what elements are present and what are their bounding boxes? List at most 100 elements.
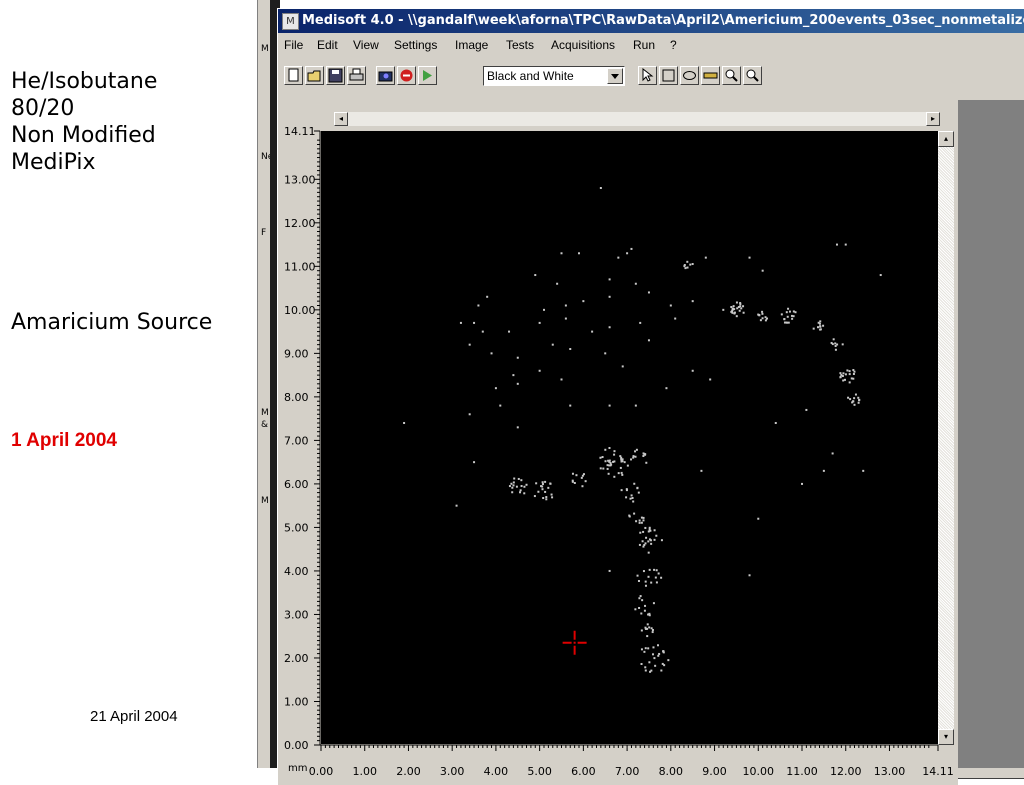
toolbar: Black and White	[278, 63, 1024, 93]
hit-pixel	[759, 319, 762, 322]
title-bar[interactable]: M Medisoft 4.0 - \\gandalf\week\aforna\T…	[278, 9, 1024, 33]
hit-pixel	[742, 305, 745, 308]
gas-info: He/Isobutane 80/20 Non Modified MediPix	[11, 68, 157, 176]
hit-pixel	[761, 269, 764, 272]
hit-pixel	[652, 602, 655, 605]
hit-pixel	[538, 369, 541, 372]
hit-pixel	[512, 481, 515, 484]
x-tick-label: 6.00	[571, 765, 596, 778]
hit-pixel	[608, 278, 611, 281]
menu-acquisitions[interactable]: Acquisitions	[551, 38, 615, 52]
print-icon[interactable]	[347, 66, 366, 85]
hit-pixel	[801, 482, 804, 485]
hit-pixel	[512, 374, 515, 377]
hit-pixel	[635, 520, 638, 523]
hit-pixel	[629, 497, 632, 500]
hit-pixel	[644, 526, 647, 529]
footer-date: 21 April 2004	[90, 708, 178, 725]
hit-pixel	[537, 490, 540, 493]
hit-pixel	[669, 304, 672, 307]
bg-fragment: F	[261, 228, 267, 238]
hit-pixel	[403, 421, 406, 424]
ruler-icon[interactable]	[701, 66, 720, 85]
chevron-down-icon[interactable]	[607, 68, 623, 84]
rectangle-icon[interactable]	[659, 66, 678, 85]
hit-pixel	[642, 455, 645, 458]
hit-pixel	[653, 538, 656, 541]
hit-pixel	[822, 469, 825, 472]
hit-pixel	[739, 303, 742, 306]
hit-pixel	[847, 396, 850, 399]
plot-area[interactable]	[321, 131, 938, 744]
zoom-out-icon[interactable]	[743, 66, 762, 85]
hit-pixel	[691, 369, 694, 372]
menu-edit[interactable]: Edit	[317, 38, 338, 52]
menu-view[interactable]: View	[353, 38, 379, 52]
x-tick-label: 10.00	[743, 765, 775, 778]
hit-pixel	[564, 317, 567, 320]
hit-pixel	[787, 307, 790, 310]
hit-pixel	[619, 455, 622, 458]
hit-pixel	[620, 460, 623, 463]
hit-pixel	[545, 498, 548, 501]
hit-pixel	[580, 476, 583, 479]
hit-pixel	[648, 568, 651, 571]
medisoft-window[interactable]: M Medisoft 4.0 - \\gandalf\week\aforna\T…	[277, 8, 1024, 785]
hit-pixel	[520, 485, 523, 488]
hit-pixel	[735, 315, 738, 318]
y-tick-label: 9.00	[284, 347, 309, 360]
run-icon[interactable]	[418, 66, 437, 85]
hit-pixel	[689, 263, 692, 266]
hit-pixel	[740, 307, 743, 310]
pointer-icon[interactable]	[638, 66, 657, 85]
menu-help[interactable]: ?	[670, 38, 677, 52]
hit-pixel	[644, 647, 647, 650]
menu-settings[interactable]: Settings	[394, 38, 437, 52]
hit-pixel	[841, 343, 844, 346]
hit-pixel	[481, 330, 484, 333]
zoom-in-icon[interactable]	[722, 66, 741, 85]
hit-pixel	[639, 595, 642, 598]
menu-image[interactable]: Image	[455, 38, 488, 52]
hit-pixel	[636, 487, 639, 490]
new-file-icon[interactable]	[284, 66, 303, 85]
hit-pixel	[599, 187, 602, 190]
menu-run[interactable]: Run	[633, 38, 655, 52]
hit-pixel	[617, 472, 620, 475]
hit-pixel	[604, 460, 607, 463]
detector-image[interactable]: 0.00 1.00 2.00 3.00 4.00 5.00 6.00 7.00 8.00 9.00…	[278, 105, 958, 785]
hit-pixel	[748, 574, 751, 577]
hit-pixel	[577, 252, 580, 255]
x-tick-label: 4.00	[484, 765, 509, 778]
hit-pixel	[738, 309, 741, 312]
app-icon[interactable]: M	[282, 13, 299, 30]
hit-pixel	[646, 623, 649, 626]
x-tick-label: 2.00	[396, 765, 421, 778]
hit-pixel	[551, 343, 554, 346]
stop-icon[interactable]	[397, 66, 416, 85]
hit-pixel	[541, 481, 544, 484]
menu-file[interactable]: File	[284, 38, 303, 52]
x-tick-label: 3.00	[440, 765, 465, 778]
display-mode-select[interactable]: Black and White	[483, 66, 625, 86]
y-tick-label: 14.11	[284, 125, 316, 138]
hit-pixel	[748, 256, 751, 259]
hit-pixel	[817, 326, 820, 329]
hit-pixel	[657, 654, 660, 657]
menu-tests[interactable]: Tests	[506, 38, 534, 52]
hit-pixel	[645, 461, 648, 464]
hit-pixel	[642, 545, 645, 548]
hit-pixel	[459, 321, 462, 324]
hit-pixel	[560, 252, 563, 255]
camera-icon[interactable]	[376, 66, 395, 85]
hit-pixel	[473, 321, 476, 324]
open-folder-icon[interactable]	[305, 66, 324, 85]
hit-pixel	[648, 626, 651, 629]
y-tick-label: 1.00	[284, 695, 309, 708]
save-disk-icon[interactable]	[326, 66, 345, 85]
hit-pixel	[634, 450, 637, 453]
hit-pixel	[731, 311, 734, 314]
hit-pixel	[791, 317, 794, 320]
hit-pixel	[637, 491, 640, 494]
ellipse-icon[interactable]	[680, 66, 699, 85]
